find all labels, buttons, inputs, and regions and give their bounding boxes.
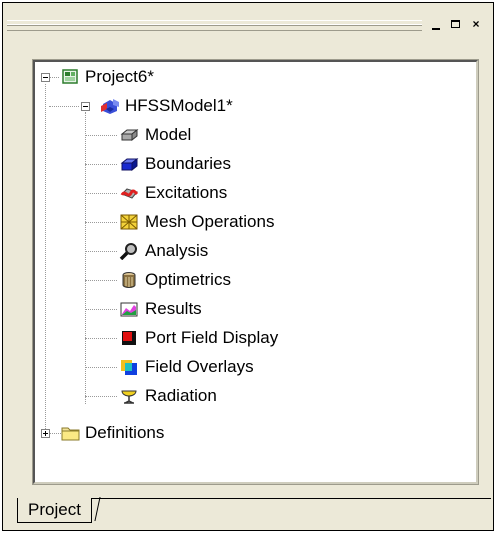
field-overlays-icon <box>119 358 139 376</box>
tree-node-port-field-display[interactable]: Port Field Display <box>35 327 365 349</box>
mesh-operations-icon <box>119 213 139 231</box>
project-tree[interactable]: Project6* HFSSModel1* Model Boundaries Exc… <box>32 59 479 485</box>
tree-node-label: Radiation <box>145 386 217 405</box>
radiation-icon <box>119 387 139 405</box>
folder-icon <box>61 424 81 442</box>
tree-node-label: Mesh Operations <box>145 212 275 231</box>
tree-node-analysis[interactable]: Analysis <box>35 240 365 262</box>
close-button[interactable]: × <box>468 17 484 33</box>
tree-node-label: HFSSModel1* <box>125 96 233 115</box>
hfss-model-icon <box>99 97 119 115</box>
project-icon <box>61 68 81 86</box>
results-icon <box>119 300 139 318</box>
close-icon: × <box>472 17 480 31</box>
tree-node-label: Model <box>145 125 192 144</box>
tree-node-label: Analysis <box>145 241 209 260</box>
tree-node-field-overlays[interactable]: Field Overlays <box>35 356 365 378</box>
tree-node-project[interactable]: Project6* <box>35 66 235 88</box>
tree-node-model[interactable]: Model <box>35 124 365 146</box>
docking-grip[interactable] <box>7 20 422 31</box>
tree-node-label: Port Field Display <box>145 328 279 347</box>
optimetrics-icon <box>119 271 139 289</box>
boundaries-icon <box>119 155 139 173</box>
tree-node-definitions[interactable]: Definitions <box>35 422 285 444</box>
docking-titlebar[interactable]: × <box>7 15 491 39</box>
tab-label: Project <box>28 500 81 519</box>
port-field-display-icon <box>119 329 139 347</box>
tree-node-label: Excitations <box>145 183 228 202</box>
analysis-icon <box>119 242 139 261</box>
tree-node-excitations[interactable]: Excitations <box>35 182 365 204</box>
tree-node-results[interactable]: Results <box>35 298 365 320</box>
tree-node-label: Project6* <box>85 67 154 86</box>
tree-node-label: Definitions <box>85 423 165 442</box>
tree-node-mesh-operations[interactable]: Mesh Operations <box>35 211 365 233</box>
tree-node-label: Optimetrics <box>145 270 231 289</box>
excitations-icon <box>119 184 139 202</box>
minimize-icon <box>432 28 440 30</box>
maximize-button[interactable] <box>448 17 464 33</box>
collapse-toggle-icon[interactable] <box>41 73 50 82</box>
project-manager-window: × Project6* HFSSModel1* Model Boundaries… <box>2 2 494 531</box>
tree-node-hfss-model[interactable]: HFSSModel1* <box>35 95 285 117</box>
model-icon <box>119 126 139 144</box>
tree-node-boundaries[interactable]: Boundaries <box>35 153 365 175</box>
maximize-icon <box>451 20 460 28</box>
tab-project[interactable]: Project <box>17 498 92 523</box>
collapse-toggle-icon[interactable] <box>81 102 90 111</box>
bottom-tab-strip: Project <box>17 498 491 529</box>
minimize-button[interactable] <box>428 17 444 33</box>
tree-node-radiation[interactable]: Radiation <box>35 385 365 407</box>
tree-node-label: Field Overlays <box>145 357 254 376</box>
tree-node-label: Results <box>145 299 202 318</box>
tree-node-label: Boundaries <box>145 154 232 173</box>
tree-node-optimetrics[interactable]: Optimetrics <box>35 269 365 291</box>
expand-toggle-icon[interactable] <box>41 429 50 438</box>
